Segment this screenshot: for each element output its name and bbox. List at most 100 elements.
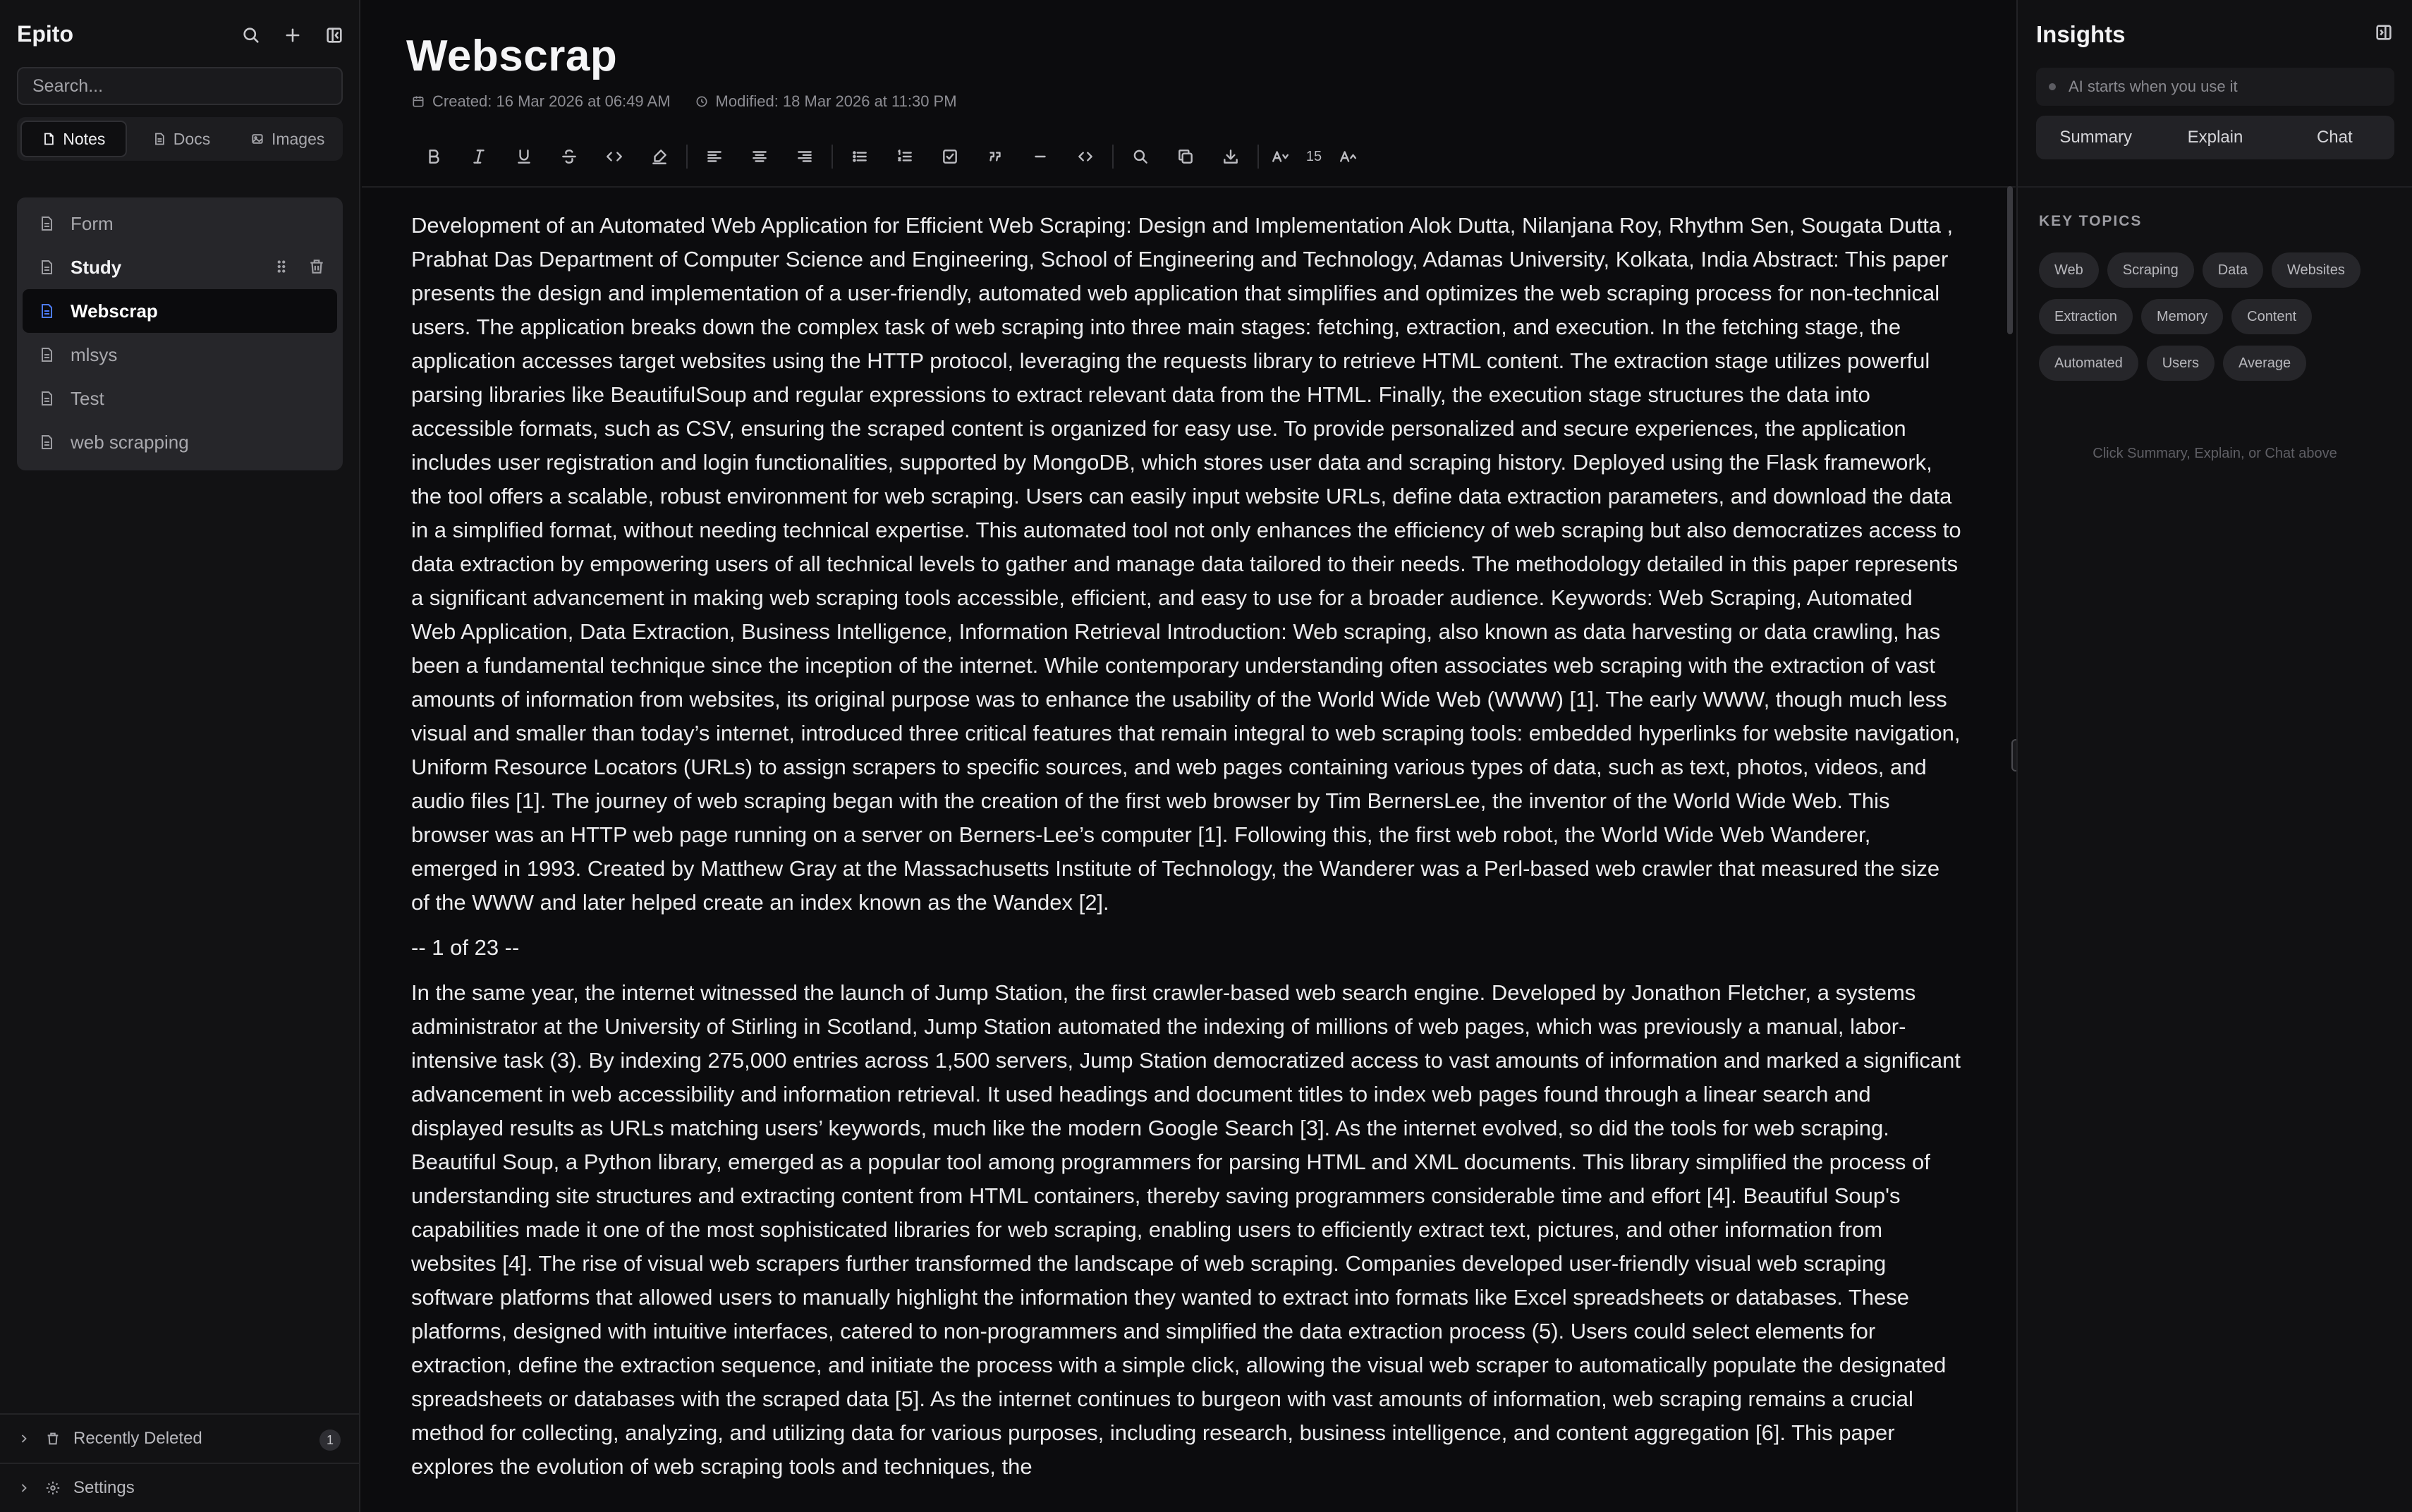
sidebar-header: Epito [17,17,342,54]
sidebar: Epito Notes Docs Images [0,0,360,1512]
sidebar-footer: Recently Deleted 1 Settings [0,1413,359,1512]
note-title-heading[interactable]: Webscrap [406,31,617,81]
insights-tabs: Summary Explain Chat [2036,116,2394,159]
font-size-value: 15 [1305,148,1322,164]
inline-code-button[interactable] [592,138,637,175]
document-icon [42,217,52,231]
tab-docs-label: Docs [173,129,211,148]
settings-row[interactable]: Settings [0,1463,359,1512]
note-title: Form [71,212,114,234]
note-title: Webscrap [71,300,158,322]
checklist-button[interactable] [927,138,973,175]
collapse-panel-icon[interactable] [2374,23,2395,44]
search-icon[interactable] [237,21,265,49]
copy-button[interactable] [1163,138,1208,175]
underline-button[interactable] [501,138,547,175]
insights-divider [2018,186,2412,188]
deleted-count-badge: 1 [319,1429,341,1451]
topic-chip[interactable]: Content [2231,299,2313,334]
image-icon [252,134,263,144]
topic-chips: Web Scraping Data Websites Extraction Me… [2039,252,2392,381]
app-window: Epito Notes Docs Images [0,0,2412,1512]
increase-font-button[interactable] [1331,138,1365,175]
note-item-form[interactable]: Form [23,202,337,245]
topic-chip[interactable]: Web [2039,252,2099,288]
ai-status-field[interactable]: AI starts when you use it [2036,68,2394,106]
topic-chip[interactable]: Average [2222,346,2307,381]
chevron-right-icon [21,1434,27,1443]
code-block-button[interactable] [1063,138,1108,175]
toolbar-divider [832,145,833,169]
find-button[interactable] [1118,138,1163,175]
search-input[interactable] [17,67,343,105]
bullet-list-button[interactable] [837,138,882,175]
topic-chip[interactable]: Websites [2271,252,2361,288]
recently-deleted-row[interactable]: Recently Deleted 1 [0,1413,359,1463]
note-item-test[interactable]: Test [23,377,337,420]
quote-button[interactable] [973,138,1018,175]
align-center-button[interactable] [737,138,782,175]
explain-button[interactable]: Explain [2155,116,2274,159]
document-icon [42,304,52,318]
paragraph: Development of an Automated Web Applicat… [411,213,1961,915]
toolbar-divider-line [362,186,2016,188]
topic-chip[interactable]: Users [2146,346,2215,381]
summary-button[interactable]: Summary [2036,116,2155,159]
chevron-right-icon [21,1484,27,1492]
trash-icon[interactable] [307,257,326,276]
topic-chip[interactable]: Memory [2140,299,2224,334]
decrease-font-button[interactable] [1263,138,1297,175]
note-item-mlsys[interactable]: mlsys [23,333,337,377]
scrollbar-thumb[interactable] [2007,186,2013,334]
note-item-study[interactable]: Study [23,245,337,289]
note-title: web scrapping [71,431,189,453]
topic-chip[interactable]: Extraction [2039,299,2133,334]
clock-icon [696,96,707,107]
tab-notes[interactable]: Notes [20,121,127,157]
note-item-web-scrapping[interactable]: web scrapping [23,420,337,464]
toolbar-divider [1112,145,1114,169]
tab-docs[interactable]: Docs [130,121,233,157]
note-title: Test [71,387,104,409]
download-button[interactable] [1208,138,1253,175]
align-left-button[interactable] [692,138,737,175]
align-right-button[interactable] [782,138,827,175]
topic-chip[interactable]: Scraping [2107,252,2194,288]
insights-hint: Click Summary, Explain, or Chat above [2093,446,2337,461]
trash-icon [47,1432,59,1445]
doc-icon [154,133,164,145]
page-marker: -- 1 of 23 -- [411,935,520,960]
created-text: Created: 16 Mar 2026 at 06:49 AM [432,92,671,110]
note-actions [272,257,326,276]
document-icon [42,348,52,362]
horizontal-rule-button[interactable] [1018,138,1063,175]
calendar-icon [413,96,424,107]
collapse-sidebar-icon[interactable] [320,21,348,49]
paragraph: In the same year, the internet witnessed… [411,980,1961,1479]
chat-button[interactable]: Chat [2275,116,2394,159]
note-item-webscrap[interactable]: Webscrap [23,289,337,333]
drag-handle-icon[interactable] [272,257,291,276]
strikethrough-button[interactable] [547,138,592,175]
modified-date: Modified: 18 Mar 2026 at 11:30 PM [695,92,957,111]
topic-chip[interactable]: Automated [2039,346,2138,381]
tab-images-label: Images [271,129,325,148]
app-name: Epito [17,21,73,47]
insights-panel: Insights AI starts when you use it Summa… [2016,0,2412,1512]
toolbar-divider [686,145,688,169]
tab-images[interactable]: Images [236,121,339,157]
notes-list: Form Study Webscrap mlsys Test web scrap… [17,197,343,470]
document-icon [42,260,52,274]
topic-chip[interactable]: Data [2202,252,2263,288]
status-dot [2049,83,2056,90]
note-body[interactable]: Development of an Automated Web Applicat… [411,209,1963,1512]
note-title: mlsys [71,343,118,365]
note-title: Study [71,256,122,278]
new-note-button[interactable] [279,21,307,49]
highlight-button[interactable] [637,138,682,175]
note-meta: Created: 16 Mar 2026 at 06:49 AM Modifie… [411,92,957,111]
numbered-list-button[interactable] [882,138,927,175]
italic-button[interactable] [456,138,501,175]
formatting-toolbar: 15 [411,138,1365,175]
bold-button[interactable] [411,138,456,175]
